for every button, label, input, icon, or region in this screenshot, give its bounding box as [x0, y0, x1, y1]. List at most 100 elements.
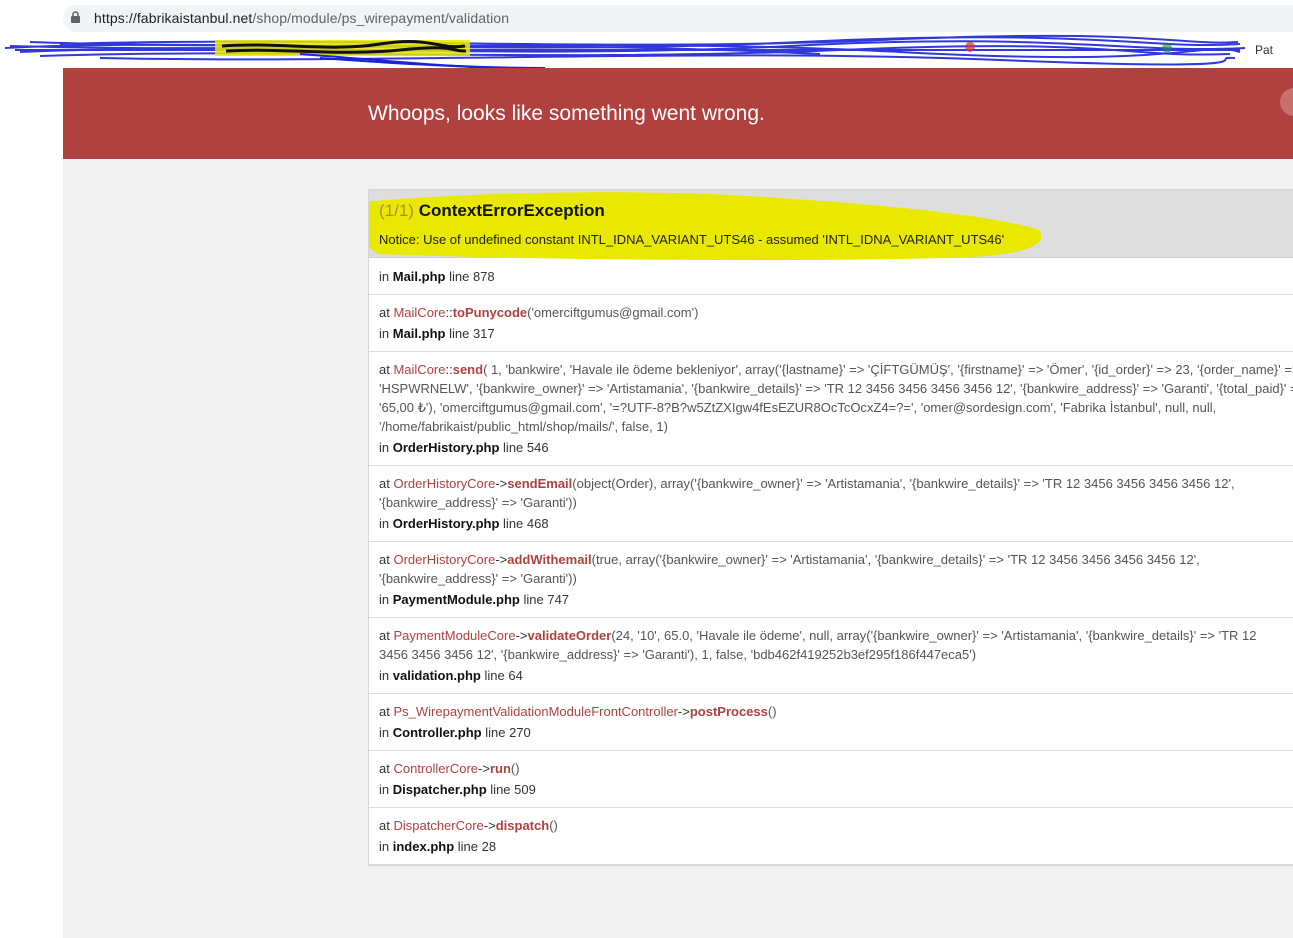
- trace-frame: at MailCore::send( 1, 'bankwire', 'Haval…: [369, 352, 1293, 466]
- frame-location: in OrderHistory.php line 468: [379, 514, 549, 533]
- frame-class: PaymentModuleCore: [393, 628, 516, 643]
- frame-method: run: [489, 761, 511, 776]
- frame-args-cont: '{bankwire_address}' => 'Garanti')): [379, 571, 577, 586]
- frame-class: ControllerCore: [393, 761, 479, 776]
- exception-header: (1/1) ContextErrorException Notice: Use …: [369, 190, 1293, 261]
- trace-frame: at ControllerCore->run() in Dispatcher.p…: [369, 751, 1293, 808]
- frame-method: send: [452, 362, 484, 377]
- url-text[interactable]: https://fabrikaistanbul.net/shop/module/…: [94, 10, 509, 26]
- frame-op: ->: [677, 704, 690, 719]
- profile-icon[interactable]: [1280, 88, 1293, 116]
- frame-op: ->: [495, 476, 508, 491]
- frame-args: (object(Order), array('{bankwire_owner}'…: [572, 476, 1235, 491]
- frame-at: at: [379, 362, 390, 377]
- scribble-redaction: [4, 34, 1246, 68]
- frame-op: ::: [445, 362, 453, 377]
- frame-call: at OrderHistoryCore->addWithemail(true, …: [379, 550, 1200, 569]
- trace-frame: at OrderHistoryCore->sendEmail(object(Or…: [369, 466, 1293, 542]
- exception-title: (1/1) ContextErrorException: [379, 201, 605, 221]
- frame-line: line 468: [503, 516, 549, 531]
- frame-at: at: [379, 305, 390, 320]
- frame-location: in index.php line 28: [379, 837, 496, 856]
- frame-op: ->: [495, 552, 508, 567]
- frame-op: ->: [515, 628, 528, 643]
- frame-call: at PaymentModuleCore->validateOrder(24, …: [379, 626, 1257, 645]
- url-path: /shop/module/ps_wirepayment/validation: [252, 10, 510, 26]
- frame-class: MailCore: [393, 362, 446, 377]
- frame-file: OrderHistory.php: [392, 440, 500, 455]
- frame-location: in Mail.php line 317: [379, 324, 495, 343]
- frame-at: at: [379, 818, 390, 833]
- frame-in: in: [379, 725, 390, 740]
- frame-at: at: [379, 628, 390, 643]
- frame-class: OrderHistoryCore: [393, 476, 496, 491]
- frame-args: (): [510, 761, 520, 776]
- url-domain: https://fabrikaistanbul.net: [94, 10, 253, 26]
- error-page: Whoops, looks like something went wrong.…: [63, 68, 1293, 938]
- frame-call: at ControllerCore->run(): [379, 759, 520, 778]
- frame-method: postProcess: [689, 704, 768, 719]
- error-title: Whoops, looks like something went wrong.: [368, 102, 765, 125]
- frame-in: in: [379, 782, 390, 797]
- frame-file: Mail.php: [392, 326, 446, 341]
- frame-args-cont: '{bankwire_address}' => 'Garanti')): [379, 495, 577, 510]
- frame-location: in Mail.php line 878: [379, 267, 495, 286]
- frame-line: line 28: [457, 839, 497, 854]
- exception-block: (1/1) ContextErrorException Notice: Use …: [368, 189, 1293, 866]
- exception-count: (1/1): [379, 201, 414, 220]
- frame-call: at MailCore::toPunycode('omerciftgumus@g…: [379, 303, 698, 322]
- exception-message: Notice: Use of undefined constant INTL_I…: [379, 232, 1005, 247]
- trace-frame: at DispatcherCore->dispatch() in index.p…: [369, 808, 1293, 865]
- frame-args-cont: '65,00 ₺'), 'omerciftgumus@gmail.com', '…: [379, 400, 1217, 415]
- frame-file: validation.php: [392, 668, 481, 683]
- frame-args-cont: 3456 3456 3456 12', '{bankwire_address}'…: [379, 647, 977, 662]
- error-header: Whoops, looks like something went wrong.: [63, 68, 1293, 159]
- frame-line: line 878: [449, 269, 495, 284]
- frame-method: toPunycode: [452, 305, 528, 320]
- frame-args: ( 1, 'bankwire', 'Havale ile ödeme bekle…: [483, 362, 1293, 377]
- frame-class: MailCore: [393, 305, 446, 320]
- frame-op: ->: [478, 761, 490, 776]
- frame-location: in Dispatcher.php line 509: [379, 780, 536, 799]
- bookmarks-bar: [0, 34, 1293, 68]
- frame-method: sendEmail: [507, 476, 573, 491]
- exception-class: ContextErrorException: [418, 201, 605, 220]
- frame-op: ::: [445, 305, 453, 320]
- frame-call: at DispatcherCore->dispatch(): [379, 816, 558, 835]
- frame-at: at: [379, 552, 390, 567]
- frame-args: ('omerciftgumus@gmail.com'): [527, 305, 699, 320]
- trace-frame: at PaymentModuleCore->validateOrder(24, …: [369, 618, 1293, 694]
- frame-location: in OrderHistory.php line 546: [379, 438, 549, 457]
- frame-line: line 317: [449, 326, 495, 341]
- frame-op: ->: [483, 818, 496, 833]
- frame-line: line 747: [523, 592, 570, 607]
- frame-line: line 64: [484, 668, 523, 683]
- bookmark-item[interactable]: Pat: [1255, 43, 1273, 57]
- frame-args-cont: '/home/fabrikaist/public_html/shop/mails…: [379, 419, 668, 434]
- frame-args-cont: 'HSPWRNELW', '{bankwire_owner}' => 'Arti…: [379, 381, 1293, 396]
- frame-location: in PaymentModule.php line 747: [379, 590, 569, 609]
- frame-line: line 509: [490, 782, 536, 797]
- frame-at: at: [379, 476, 390, 491]
- frame-file: Mail.php: [392, 269, 446, 284]
- frame-args: (24, '10', 65.0, 'Havale ile ödeme', nul…: [611, 628, 1257, 643]
- frame-method: addWithemail: [507, 552, 592, 567]
- frame-in: in: [379, 592, 390, 607]
- frame-args: (true, array('{bankwire_owner}' => 'Arti…: [591, 552, 1200, 567]
- frame-file: PaymentModule.php: [392, 592, 520, 607]
- frame-args: (): [767, 704, 777, 719]
- frame-call: at OrderHistoryCore->sendEmail(object(Or…: [379, 474, 1235, 493]
- frame-at: at: [379, 704, 390, 719]
- frame-file: Dispatcher.php: [392, 782, 487, 797]
- frame-file: index.php: [392, 839, 455, 854]
- frame-at: at: [379, 761, 390, 776]
- lock-icon: [71, 11, 80, 23]
- frame-args: (): [549, 818, 558, 833]
- trace-frame: at OrderHistoryCore->addWithemail(true, …: [369, 542, 1293, 618]
- frame-in: in: [379, 839, 390, 854]
- frame-class: Ps_WirepaymentValidationModuleFrontContr…: [393, 704, 678, 719]
- frame-file: OrderHistory.php: [392, 516, 500, 531]
- trace-frame: at Ps_WirepaymentValidationModuleFrontCo…: [369, 694, 1293, 751]
- frame-call: at Ps_WirepaymentValidationModuleFrontCo…: [379, 702, 777, 721]
- frame-call: at MailCore::send( 1, 'bankwire', 'Haval…: [379, 360, 1293, 379]
